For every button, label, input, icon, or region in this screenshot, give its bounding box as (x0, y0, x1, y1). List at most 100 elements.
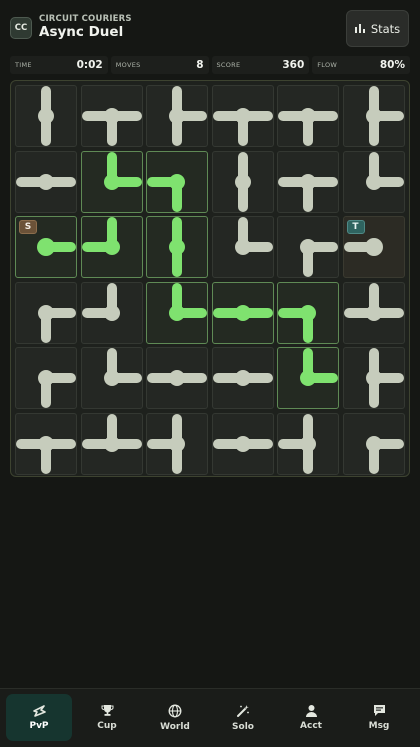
nav-item-solo[interactable]: Solo (210, 694, 276, 741)
pipe-icon (147, 173, 185, 212)
pipe-tile[interactable]: S (15, 216, 77, 278)
pipe-icon (169, 282, 207, 321)
magic-wand-icon (236, 704, 250, 718)
pipe-tile[interactable] (211, 412, 274, 475)
pipe-icon (147, 370, 207, 386)
pipe-icon (278, 108, 338, 146)
pipe-tile[interactable] (15, 412, 77, 475)
bar-chart-icon (354, 24, 365, 33)
pipe-icon (38, 304, 76, 343)
pipe-tile[interactable] (146, 412, 208, 475)
nav-item-world[interactable]: World (142, 694, 208, 741)
app-logo: CC (10, 17, 32, 39)
nav-item-acct[interactable]: Acct (278, 694, 344, 741)
pipe-icon (365, 86, 404, 146)
pipe-icon (81, 413, 142, 452)
pipe-icon (16, 435, 76, 474)
pipe-tile[interactable] (342, 412, 405, 475)
stat-value: 80% (379, 59, 405, 71)
pipe-icon (212, 304, 273, 321)
nav-item-label: Solo (232, 721, 254, 732)
pipe-tile[interactable] (342, 347, 405, 409)
pipe-tile[interactable] (146, 216, 208, 278)
pipe-tile[interactable] (80, 150, 143, 213)
pipe-tile[interactable] (15, 85, 77, 147)
pipe-tile[interactable] (211, 347, 274, 409)
pipe-tile[interactable] (146, 281, 208, 344)
pipe-tile[interactable] (146, 150, 208, 213)
pipe-icon (38, 370, 76, 408)
puzzle-board: ST (10, 80, 410, 477)
pipe-tile[interactable] (211, 216, 274, 278)
stat-moves: MOVES 8 (110, 56, 209, 74)
pipe-icon (103, 151, 142, 190)
pipe-tile[interactable] (277, 85, 339, 147)
nav-item-label: Acct (300, 721, 322, 731)
pipe-icon (278, 173, 338, 212)
pipe-icon (234, 217, 273, 255)
stat-label: FLOW (317, 61, 338, 69)
nav-item-pvp[interactable]: PvP (6, 694, 72, 741)
pipe-icon (38, 86, 54, 146)
stat-score: SCORE 360 (211, 56, 310, 74)
pipe-tile[interactable] (211, 85, 274, 147)
pipe-icon (16, 173, 76, 190)
pipe-icon (234, 151, 251, 212)
pipe-icon (169, 86, 207, 146)
pipe-tile[interactable] (211, 150, 274, 213)
pipe-tile[interactable] (342, 150, 405, 213)
stat-time: TIME 0:02 (10, 56, 108, 74)
pipe-icon (81, 217, 120, 255)
pipe-icon (278, 413, 316, 474)
trophy-icon (101, 704, 114, 717)
nav-item-label: Cup (97, 721, 117, 731)
stat-value: 8 (196, 59, 204, 71)
pipe-tile[interactable] (80, 347, 143, 409)
pipe-tile[interactable] (211, 281, 274, 344)
pipe-tile[interactable] (342, 281, 405, 344)
pipe-tile[interactable] (15, 281, 77, 344)
pipe-tile[interactable] (277, 347, 339, 409)
message-icon (373, 704, 386, 717)
pipe-tile[interactable] (80, 85, 143, 147)
pipe-icon (365, 151, 404, 190)
pipe-tile[interactable] (80, 281, 143, 344)
pipe-icon (212, 370, 273, 386)
nav-item-cup[interactable]: Cup (74, 694, 140, 741)
pipe-tile[interactable] (277, 281, 339, 344)
pipe-tile[interactable] (15, 347, 77, 409)
stat-label: TIME (15, 61, 32, 69)
pipe-icon (343, 282, 404, 321)
pipe-tile[interactable] (15, 150, 77, 213)
nav-item-label: World (160, 721, 190, 732)
stat-value: 0:02 (76, 59, 103, 71)
pipe-tile[interactable]: T (342, 216, 405, 278)
pipe-icon (278, 304, 316, 343)
pipe-tile[interactable] (277, 412, 339, 475)
pipe-icon (81, 282, 120, 321)
game-mode-title: Async Duel (39, 24, 124, 40)
nav-item-label: PvP (29, 721, 49, 731)
globe-icon (168, 704, 182, 718)
status-bar: TIME 0:02 MOVES 8 SCORE 360 FLOW 80% (10, 56, 410, 74)
pipe-tile[interactable] (342, 85, 405, 147)
pipe-icon (81, 108, 142, 146)
stat-value: 360 (282, 59, 305, 71)
target-badge: T (346, 220, 365, 234)
pipe-tile[interactable] (80, 216, 143, 278)
brand-name: CIRCUIT COURIERS (39, 14, 132, 24)
stats-button[interactable]: Stats (346, 10, 409, 47)
nav-item-msg[interactable]: Msg (346, 694, 412, 741)
pipe-tile[interactable] (146, 85, 208, 147)
pipe-tile[interactable] (146, 347, 208, 409)
pipe-icon (169, 217, 185, 277)
user-icon (305, 704, 318, 717)
source-badge: S (19, 220, 37, 234)
pipe-tile[interactable] (277, 150, 339, 213)
pipe-tile[interactable] (277, 216, 339, 278)
nav-item-label: Msg (368, 721, 390, 731)
pipe-icon (212, 435, 273, 452)
pipe-tile[interactable] (80, 412, 143, 475)
app-header: CC CIRCUIT COURIERS Async Duel Stats (0, 0, 420, 56)
pipe-icon (300, 239, 338, 277)
